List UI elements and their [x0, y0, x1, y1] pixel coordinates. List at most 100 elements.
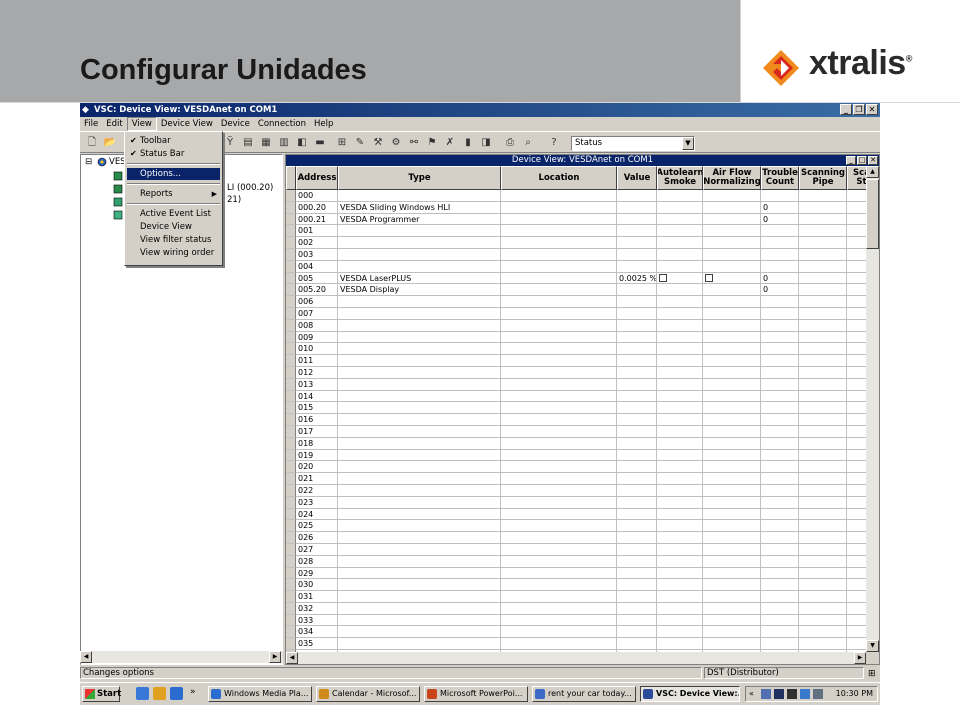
- cell-location[interactable]: [501, 425, 617, 438]
- cell-trouble[interactable]: [761, 237, 799, 249]
- cell-scas[interactable]: [847, 343, 866, 356]
- cell-location[interactable]: [501, 378, 617, 391]
- cell-type[interactable]: [338, 567, 501, 580]
- cell-value[interactable]: [617, 284, 657, 297]
- cell-location[interactable]: [501, 626, 617, 639]
- row-header[interactable]: [286, 260, 296, 273]
- cell-location[interactable]: [501, 307, 617, 320]
- row-header[interactable]: [286, 190, 296, 202]
- cell-address[interactable]: 005: [296, 272, 338, 285]
- taskbar-button[interactable]: Microsoft PowerPoi...: [424, 686, 528, 702]
- cell-type[interactable]: [338, 425, 501, 438]
- cell-scas[interactable]: [847, 214, 866, 226]
- cell-scas[interactable]: [847, 509, 866, 521]
- cell-location[interactable]: [501, 248, 617, 261]
- media-player-icon[interactable]: [170, 687, 183, 700]
- cell-airflow[interactable]: [703, 237, 761, 249]
- cell-trouble[interactable]: [761, 520, 799, 533]
- cell-scas[interactable]: [847, 603, 866, 615]
- cell-value[interactable]: [617, 225, 657, 238]
- cell-location[interactable]: [501, 567, 617, 580]
- cell-type[interactable]: VESDA Programmer: [338, 213, 501, 226]
- cell-address[interactable]: 013: [296, 378, 338, 391]
- table-row[interactable]: 011: [286, 355, 866, 367]
- cell-trouble[interactable]: [761, 532, 799, 544]
- cell-scanning[interactable]: [799, 543, 847, 556]
- table-row[interactable]: 006: [286, 296, 866, 308]
- scroll-right-icon[interactable]: ▶: [854, 652, 866, 664]
- window-titlebar[interactable]: ◆ VSC: Device View: VESDAnet on COM1 _ ❐…: [80, 103, 880, 117]
- cell-trouble[interactable]: 0: [761, 272, 799, 285]
- cell-address[interactable]: 000: [296, 190, 338, 202]
- cell-trouble[interactable]: [761, 591, 799, 603]
- cell-scas[interactable]: [847, 438, 866, 450]
- cell-scas[interactable]: [847, 202, 866, 214]
- cell-airflow[interactable]: [703, 355, 761, 367]
- cell-airflow[interactable]: [703, 190, 761, 202]
- table-row[interactable]: 032: [286, 602, 866, 615]
- cell-address[interactable]: 020: [296, 461, 338, 474]
- cell-airflow[interactable]: [703, 437, 761, 450]
- cell-address[interactable]: 030: [296, 579, 338, 592]
- cell-scanning[interactable]: [799, 378, 847, 391]
- cell-type[interactable]: [338, 626, 501, 639]
- cell-value[interactable]: [617, 437, 657, 450]
- cell-address[interactable]: 027: [296, 543, 338, 556]
- cell-trouble[interactable]: [761, 343, 799, 356]
- cell-autolearn[interactable]: [657, 284, 703, 297]
- cell-location[interactable]: [501, 496, 617, 509]
- edit-icon[interactable]: ✎: [352, 136, 368, 150]
- cell-value[interactable]: [617, 331, 657, 344]
- row-header[interactable]: [286, 496, 296, 509]
- cell-trouble[interactable]: [761, 307, 799, 320]
- cell-scas[interactable]: [847, 190, 866, 202]
- column-header[interactable]: Address: [296, 166, 338, 190]
- cell-type[interactable]: [338, 414, 501, 426]
- table-row[interactable]: 023: [286, 496, 866, 509]
- cell-value[interactable]: [617, 473, 657, 485]
- outlook-icon[interactable]: [153, 687, 166, 700]
- row-header[interactable]: [286, 414, 296, 426]
- row-header[interactable]: [286, 390, 296, 403]
- cell-type[interactable]: [338, 591, 501, 603]
- column-header[interactable]: Sca St: [847, 166, 866, 190]
- cell-location[interactable]: [501, 319, 617, 332]
- cell-scas[interactable]: [847, 615, 866, 627]
- start-button[interactable]: Start: [82, 686, 121, 702]
- link-icon[interactable]: ⚯: [406, 136, 422, 150]
- table-row[interactable]: 000.21 VESDA Programmer 0: [286, 213, 866, 226]
- cell-trouble[interactable]: [761, 473, 799, 485]
- cell-scas[interactable]: [847, 591, 866, 603]
- tree-expander[interactable]: ⊟: [85, 157, 92, 167]
- menu-item-view-filter-status[interactable]: View filter status: [127, 234, 220, 246]
- quicklaunch-chevron[interactable]: »: [190, 687, 196, 697]
- cell-address[interactable]: 015: [296, 402, 338, 415]
- taskbar-button[interactable]: Calendar - Microsof...: [316, 686, 420, 702]
- cell-location[interactable]: [501, 449, 617, 462]
- cell-scas[interactable]: [847, 249, 866, 261]
- cell-address[interactable]: 000.21: [296, 213, 338, 226]
- cell-value[interactable]: [617, 260, 657, 273]
- row-header[interactable]: [286, 366, 296, 379]
- row-header[interactable]: [286, 555, 296, 568]
- cell-address[interactable]: 000.20: [296, 201, 338, 214]
- cell-location[interactable]: [501, 402, 617, 415]
- cell-location[interactable]: [501, 284, 617, 297]
- taskbar-button[interactable]: VSC: Device View:...: [640, 686, 740, 702]
- cell-value[interactable]: [617, 496, 657, 509]
- cell-trouble[interactable]: [761, 437, 799, 450]
- cell-scas[interactable]: [847, 450, 866, 462]
- cell-type[interactable]: [338, 555, 501, 568]
- table-row[interactable]: 034: [286, 626, 866, 639]
- cell-scanning[interactable]: [799, 508, 847, 521]
- cell-address[interactable]: 025: [296, 520, 338, 533]
- cell-address[interactable]: 004: [296, 260, 338, 273]
- cell-autolearn[interactable]: [657, 496, 703, 509]
- cell-scanning[interactable]: [799, 496, 847, 509]
- cell-location[interactable]: [501, 543, 617, 556]
- menu-connection[interactable]: Connection: [254, 117, 310, 131]
- taskbar-button[interactable]: rent your car today...: [532, 686, 636, 702]
- cell-value[interactable]: [617, 425, 657, 438]
- cell-value[interactable]: [617, 414, 657, 426]
- cell-trouble[interactable]: [761, 543, 799, 556]
